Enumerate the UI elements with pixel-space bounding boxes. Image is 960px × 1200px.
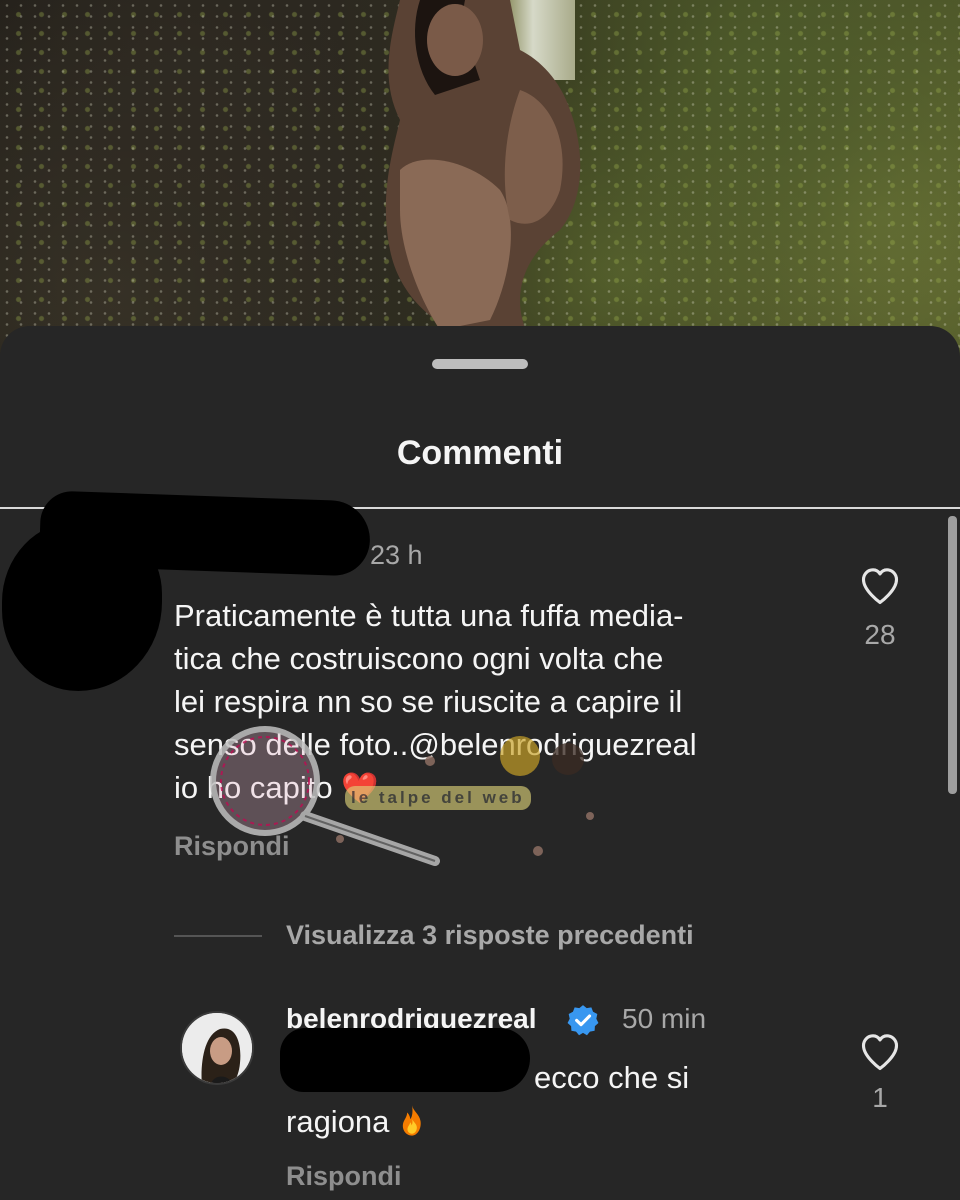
redacted-avatar bbox=[2, 521, 162, 691]
avatar[interactable] bbox=[180, 1011, 254, 1085]
reply-text-first: ecco che si bbox=[534, 1060, 690, 1095]
comment-timestamp: 23 h bbox=[370, 540, 423, 570]
post-photo bbox=[0, 0, 960, 360]
watermark-text: le talpe del web bbox=[345, 786, 531, 810]
verified-badge-icon bbox=[567, 1005, 599, 1036]
comment-line: lei respira nn so se riuscite a capire i… bbox=[174, 684, 683, 719]
heart-outline-icon[interactable] bbox=[857, 564, 903, 608]
replies-divider-line bbox=[174, 935, 262, 937]
scrollbar[interactable] bbox=[948, 516, 957, 794]
reply-like-count: 1 bbox=[872, 1082, 888, 1113]
drag-handle[interactable] bbox=[432, 359, 528, 369]
comment-line: Praticamente è tutta una fuffa media- bbox=[174, 598, 684, 633]
fire-emoji-icon bbox=[403, 1105, 422, 1136]
reply-timestamp: 50 min bbox=[622, 1003, 707, 1034]
comment-like-count: 28 bbox=[864, 619, 896, 650]
sheet-title: Commenti bbox=[396, 434, 564, 472]
avatar-portrait bbox=[182, 1013, 252, 1083]
watermark: le talpe del web bbox=[190, 721, 610, 871]
comments-sheet: Commenti 23 h Praticamente è tutta una f… bbox=[0, 326, 960, 1200]
reply-text-second: ragiona bbox=[286, 1104, 390, 1139]
reply-reply-button[interactable]: Rispondi bbox=[286, 1161, 402, 1192]
reply-body: ecco che si ragiona bbox=[286, 1056, 806, 1144]
photo-figure bbox=[385, 0, 581, 340]
comment-line: tica che costruiscono ogni volta che bbox=[174, 641, 664, 676]
view-previous-replies-button[interactable]: Visualizza 3 risposte precedenti bbox=[286, 920, 694, 951]
heart-outline-icon[interactable] bbox=[857, 1030, 903, 1074]
